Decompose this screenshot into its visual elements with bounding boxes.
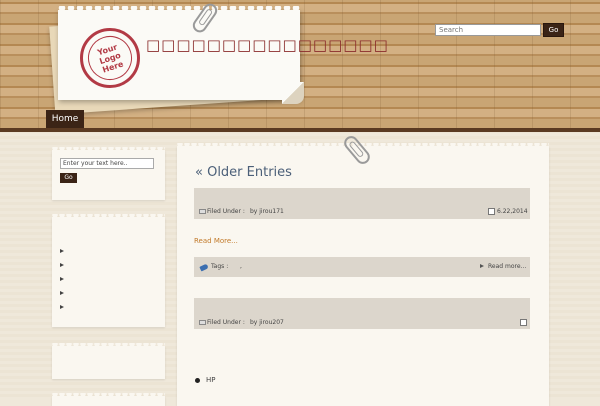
bottom-list-item[interactable]: HP bbox=[206, 376, 216, 384]
sidebar-search-widget: Enter your text here.. Go bbox=[52, 147, 165, 200]
logo-paper: Your Logo Here □□□□□□□□□□□□□□□□ bbox=[58, 6, 388, 104]
document-icon bbox=[199, 320, 206, 325]
site-logo[interactable]: Your Logo Here bbox=[80, 28, 140, 88]
sidebar-search-button[interactable]: Go bbox=[60, 173, 77, 183]
list-bullet-icon bbox=[60, 263, 64, 267]
sidebar-widget-3 bbox=[52, 343, 165, 379]
tag-icon bbox=[199, 263, 209, 272]
logo-stamp-text: Your Logo Here bbox=[82, 30, 138, 86]
header-search-button[interactable]: Go bbox=[543, 23, 564, 37]
site-title[interactable]: □□□□□□□□□□□□□□□□ bbox=[146, 36, 389, 54]
list-bullet-icon bbox=[60, 249, 64, 253]
tags-label: Tags : bbox=[211, 263, 229, 270]
sidebar-widget-4 bbox=[52, 393, 165, 406]
calendar-icon bbox=[488, 208, 495, 215]
document-icon bbox=[199, 209, 206, 214]
paper-curl bbox=[282, 82, 304, 104]
post-author[interactable]: by jirou171 bbox=[250, 208, 284, 216]
filed-under-label: Filed Under : bbox=[207, 208, 245, 215]
older-entries-link[interactable]: « Older Entries bbox=[195, 165, 292, 180]
list-bullet-icon bbox=[60, 305, 64, 309]
bullet-dot-icon bbox=[195, 378, 200, 383]
post-meta-bar-2: Filed Under : by jirou207 bbox=[194, 298, 530, 329]
list-bullet-icon bbox=[60, 291, 64, 295]
sidebar-list-widget bbox=[52, 214, 165, 327]
read-more-right-link[interactable]: Read more... bbox=[488, 263, 526, 271]
post-meta-bar: Filed Under : by jirou171 6.22,2014 bbox=[194, 188, 530, 219]
sidebar-search-input[interactable]: Enter your text here.. bbox=[60, 158, 154, 169]
list-bullet-icon bbox=[60, 277, 64, 281]
filed-under-label: Filed Under : bbox=[207, 319, 245, 326]
main-content: « Older Entries Filed Under : by jirou17… bbox=[177, 143, 549, 406]
post-author[interactable]: by jirou207 bbox=[250, 319, 284, 327]
post-tags-bar: Tags : , Read more... bbox=[194, 257, 530, 277]
tags-value: , bbox=[240, 263, 242, 270]
calendar-icon bbox=[520, 319, 527, 326]
read-more-link[interactable]: Read More... bbox=[194, 237, 238, 245]
header-search-input[interactable] bbox=[435, 24, 541, 36]
arrow-right-icon bbox=[480, 264, 484, 268]
post-date: 6.22,2014 bbox=[497, 208, 528, 215]
nav-home-tab[interactable]: Home bbox=[46, 110, 84, 128]
